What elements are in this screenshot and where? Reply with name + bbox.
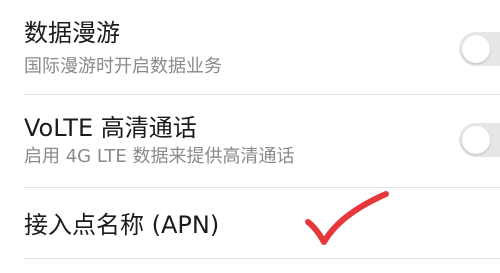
volte-title: VoLTE 高清通话: [24, 114, 197, 142]
mobile-network-settings-screen: 数据漫游 国际漫游时开启数据业务 VoLTE 高清通话 启用 4G LTE 数据…: [0, 0, 500, 273]
volte-setting-row[interactable]: VoLTE 高清通话 启用 4G LTE 数据来提供高清通话: [0, 95, 500, 187]
volte-toggle[interactable]: [459, 123, 500, 157]
data-roaming-setting-row[interactable]: 数据漫游 国际漫游时开启数据业务: [0, 0, 500, 94]
data-roaming-title: 数据漫游: [24, 19, 120, 47]
volte-subtitle: 启用 4G LTE 数据来提供高清通话: [24, 146, 295, 167]
data-roaming-toggle[interactable]: [459, 32, 500, 66]
apn-setting-row[interactable]: 接入点名称 (APN): [0, 188, 500, 273]
toggle-knob: [462, 126, 490, 154]
divider: [24, 258, 500, 259]
apn-title: 接入点名称 (APN): [24, 211, 220, 239]
checkmark-icon: [305, 191, 389, 245]
data-roaming-subtitle: 国际漫游时开启数据业务: [24, 56, 222, 77]
toggle-knob: [462, 35, 490, 63]
